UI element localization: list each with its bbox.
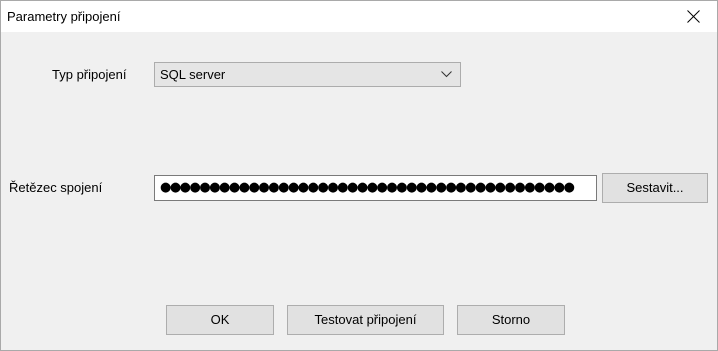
ok-button[interactable]: OK — [166, 305, 274, 335]
connection-type-select[interactable]: SQL server — [154, 62, 461, 87]
connection-type-value: SQL server — [160, 67, 226, 82]
connection-type-label: Typ připojení — [52, 67, 127, 82]
window-title: Parametry připojení — [7, 9, 121, 24]
chevron-down-icon — [441, 71, 452, 78]
connection-string-input[interactable]: ●●●●●●●●●●●●●●●●●●●●●●●●●●●●●●●●●●●●●●●●… — [154, 175, 597, 201]
close-button[interactable] — [671, 1, 717, 32]
build-button[interactable]: Sestavit... — [602, 173, 708, 203]
connection-string-value: ●●●●●●●●●●●●●●●●●●●●●●●●●●●●●●●●●●●●●●●●… — [160, 180, 575, 195]
close-icon — [687, 10, 700, 23]
dialog-body: Typ připojení SQL server Řetězec spojení… — [1, 32, 717, 350]
connection-string-label: Řetězec spojení — [9, 180, 103, 195]
cancel-button[interactable]: Storno — [457, 305, 565, 335]
title-bar: Parametry připojení — [1, 1, 717, 32]
test-connection-button[interactable]: Testovat připojení — [287, 305, 444, 335]
dialog-window: Parametry připojení Typ připojení SQL se… — [0, 0, 718, 351]
